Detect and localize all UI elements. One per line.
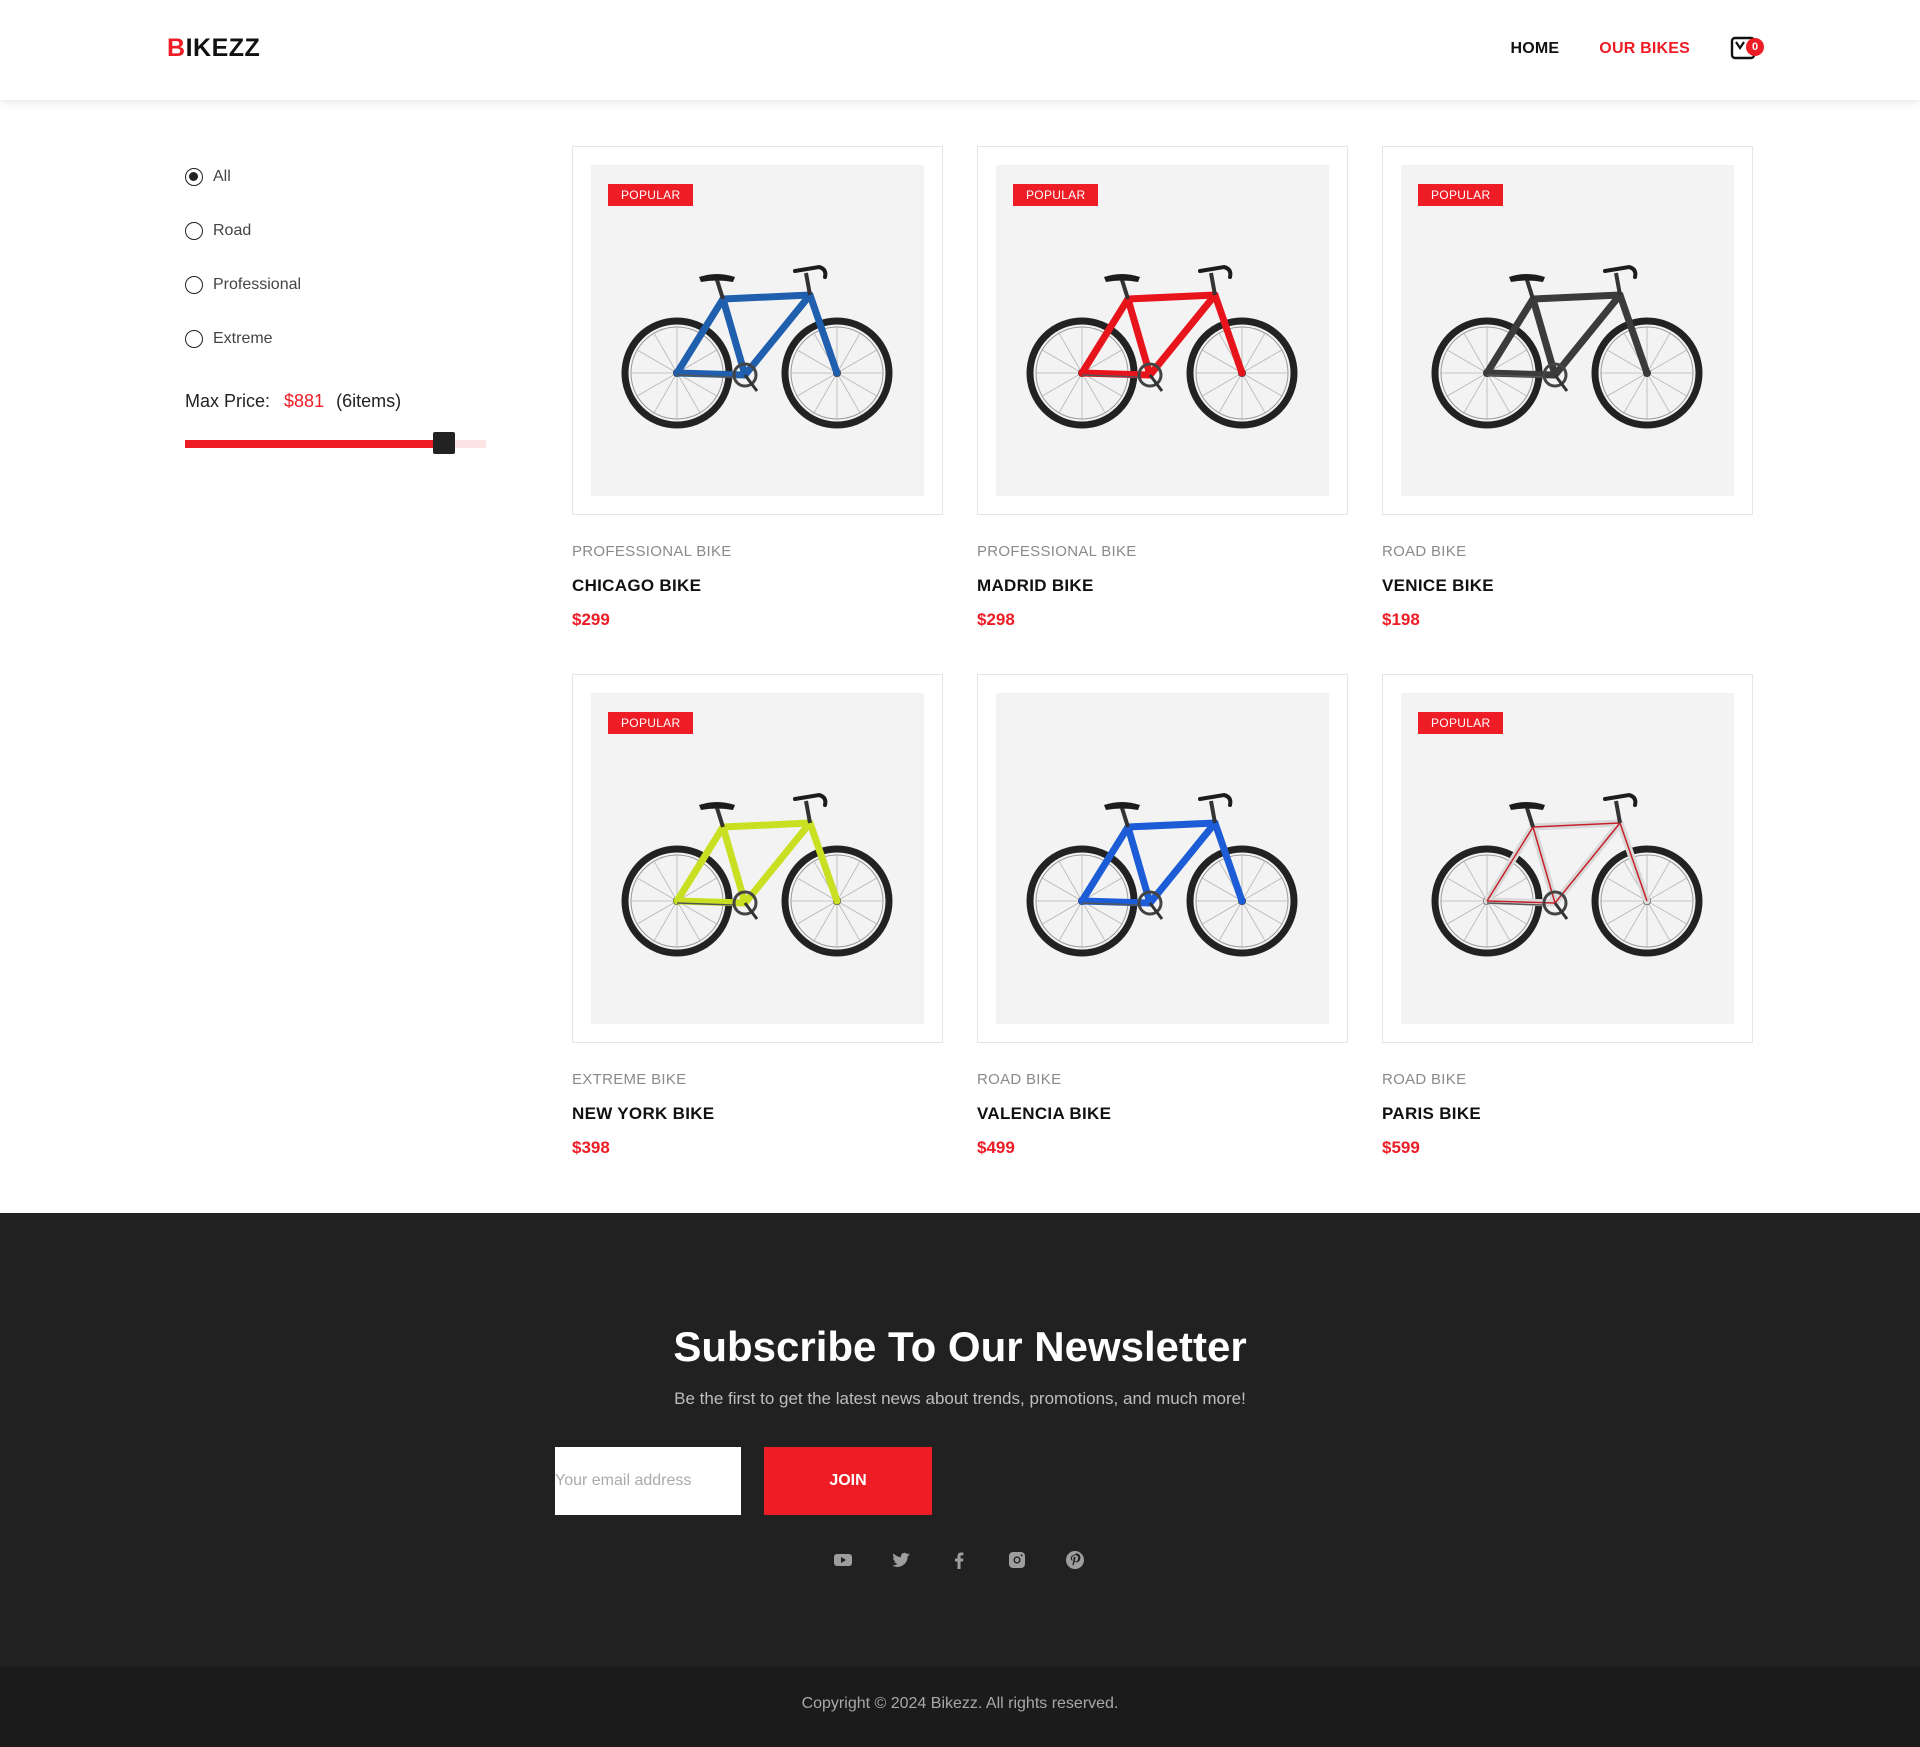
radio-button[interactable] — [185, 222, 203, 240]
bicycle-image — [621, 792, 893, 957]
product-price: $198 — [1382, 610, 1420, 629]
product-name[interactable]: NEW YORK BIKE — [572, 1104, 943, 1124]
email-input[interactable] — [555, 1447, 741, 1515]
product-name[interactable]: CHICAGO BIKE — [572, 576, 943, 596]
logo[interactable]: BIKEZZ — [167, 34, 260, 63]
site-footer: Copyright © 2024 Bikezz. All rights rese… — [0, 1666, 1920, 1747]
product-image-frame[interactable]: POPULAR — [572, 674, 943, 1043]
youtube-icon[interactable] — [832, 1549, 854, 1571]
product-name[interactable]: PARIS BIKE — [1382, 1104, 1753, 1124]
product-image-frame[interactable]: POPULAR — [1382, 674, 1753, 1043]
product-image: POPULAR — [591, 165, 924, 496]
slider-fill — [185, 440, 444, 448]
product-category: ROAD BIKE — [977, 1071, 1062, 1088]
facebook-icon[interactable] — [948, 1549, 970, 1571]
bicycle-image — [1431, 792, 1703, 957]
filter-sidebar: All Road Professional Extreme Max Price:… — [185, 165, 486, 454]
product-card[interactable]: ROAD BIKE VALENCIA BIKE $499 — [977, 674, 1348, 1158]
cart-count-badge: 0 — [1746, 38, 1764, 56]
product-image-frame[interactable] — [977, 674, 1348, 1043]
filter-option-road[interactable]: Road — [185, 219, 485, 243]
product-category: EXTREME BIKE — [572, 1071, 687, 1088]
product-name[interactable]: MADRID BIKE — [977, 576, 1348, 596]
product-image: POPULAR — [996, 165, 1329, 496]
product-image-frame[interactable]: POPULAR — [977, 146, 1348, 515]
price-slider[interactable] — [185, 432, 486, 454]
popular-badge: POPULAR — [608, 184, 694, 206]
bicycle-image — [1026, 264, 1298, 429]
newsletter-form: JOIN — [555, 1447, 932, 1515]
radio-button[interactable] — [185, 276, 203, 294]
twitter-icon[interactable] — [890, 1549, 912, 1571]
product-card[interactable]: POPULAR ROAD BIKE VENICE BIKE $198 — [1382, 146, 1753, 630]
bicycle-image — [621, 264, 893, 429]
product-image: POPULAR — [1401, 165, 1734, 496]
product-card[interactable]: POPULAR PROFESSIONAL BIKE MADRID BIKE $2… — [977, 146, 1348, 630]
nav-home[interactable]: HOME — [1510, 40, 1559, 58]
pinterest-icon[interactable] — [1064, 1549, 1086, 1571]
max-price-readout: Max Price: $881 (6items) — [185, 391, 485, 412]
product-category: PROFESSIONAL BIKE — [977, 543, 1137, 560]
item-count: (6items) — [336, 391, 402, 411]
site-header: BIKEZZ HOME OUR BIKES 0 — [0, 0, 1920, 100]
filter-label: Road — [213, 222, 252, 239]
max-price-value: $881 — [284, 391, 325, 411]
radio-button[interactable] — [185, 168, 203, 186]
product-price: $298 — [977, 610, 1015, 629]
popular-badge: POPULAR — [1418, 184, 1504, 206]
product-category: PROFESSIONAL BIKE — [572, 543, 732, 560]
product-category: ROAD BIKE — [1382, 543, 1467, 560]
product-image-frame[interactable]: POPULAR — [1382, 146, 1753, 515]
join-button[interactable]: JOIN — [764, 1447, 932, 1515]
bicycle-image — [1431, 264, 1703, 429]
filter-option-extreme[interactable]: Extreme — [185, 327, 485, 351]
filter-label: All — [213, 168, 231, 185]
product-image: POPULAR — [591, 693, 924, 1024]
product-card[interactable]: POPULAR PROFESSIONAL BIKE CHICAGO BIKE $… — [572, 146, 943, 630]
product-card[interactable]: POPULAR ROAD BIKE PARIS BIKE $599 — [1382, 674, 1753, 1158]
product-category: ROAD BIKE — [1382, 1071, 1467, 1088]
max-price-label: Max Price: — [185, 391, 271, 411]
cart-button[interactable]: 0 — [1730, 36, 1764, 62]
product-price: $499 — [977, 1138, 1015, 1157]
slider-handle[interactable] — [432, 432, 455, 454]
popular-badge: POPULAR — [1013, 184, 1099, 206]
filter-label: Extreme — [213, 330, 273, 347]
logo-accent-letter: B — [167, 34, 186, 62]
main-nav: HOME OUR BIKES 0 — [1510, 36, 1764, 62]
bicycle-image — [1026, 792, 1298, 957]
nav-our-bikes[interactable]: OUR BIKES — [1599, 40, 1690, 58]
newsletter-title: Subscribe To Our Newsletter — [673, 1323, 1247, 1370]
product-price: $299 — [572, 610, 610, 629]
product-name[interactable]: VENICE BIKE — [1382, 576, 1753, 596]
filter-option-professional[interactable]: Professional — [185, 273, 485, 297]
newsletter-subtitle: Be the first to get the latest news abou… — [674, 1389, 1246, 1408]
popular-badge: POPULAR — [608, 712, 694, 734]
radio-button[interactable] — [185, 330, 203, 348]
newsletter-section: Subscribe To Our Newsletter Be the first… — [0, 1213, 1920, 1666]
filter-label: Professional — [213, 276, 302, 293]
filter-option-all[interactable]: All — [185, 165, 485, 189]
product-card[interactable]: POPULAR EXTREME BIKE NEW YORK BIKE $398 — [572, 674, 943, 1158]
product-name[interactable]: VALENCIA BIKE — [977, 1104, 1348, 1124]
instagram-icon[interactable] — [1006, 1549, 1028, 1571]
social-links — [832, 1549, 1122, 1571]
product-price: $599 — [1382, 1138, 1420, 1157]
copyright-text: Copyright © 2024 Bikezz. All rights rese… — [801, 1695, 1119, 1712]
product-image-frame[interactable]: POPULAR — [572, 146, 943, 515]
product-price: $398 — [572, 1138, 610, 1157]
product-image: POPULAR — [1401, 693, 1734, 1024]
popular-badge: POPULAR — [1418, 712, 1504, 734]
product-image — [996, 693, 1329, 1024]
logo-text: IKEZZ — [185, 34, 261, 62]
